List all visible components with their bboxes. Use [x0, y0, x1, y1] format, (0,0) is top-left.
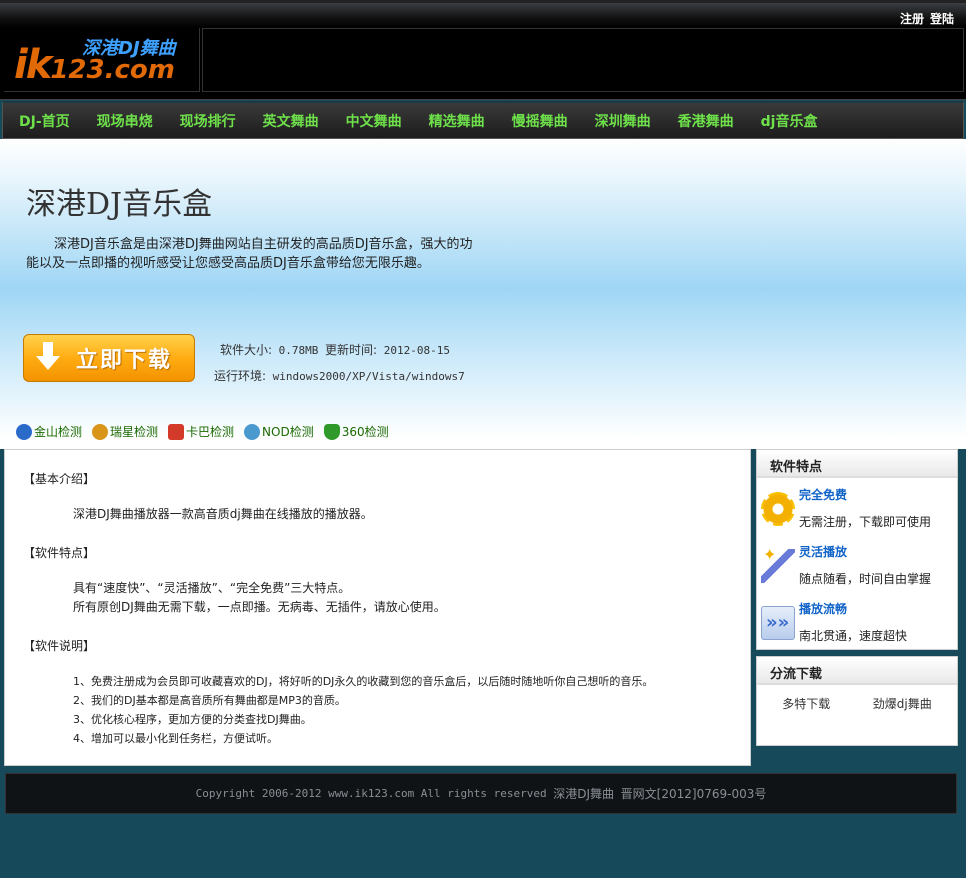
nav-item-hongkong[interactable]: 香港舞曲 — [678, 111, 734, 131]
feature-desc: 无需注册，下载即可使用 — [799, 515, 932, 529]
page-title: 深港DJ音乐盒 — [26, 187, 213, 222]
nav-item-selected[interactable]: 精选舞曲 — [429, 111, 485, 131]
update-label: 更新时间: — [325, 343, 378, 357]
nav-item-live-mix[interactable]: 现场串烧 — [97, 111, 153, 131]
feature-title[interactable]: 播放流畅 — [799, 600, 907, 617]
desc-line: 2、我们的DJ基本都是高音质所有舞曲都是MP3的音质。 — [73, 694, 346, 707]
hero-section: 深港DJ音乐盒 深港DJ音乐盒是由深港DJ舞曲网站自主研发的高品质DJ音乐盒，强… — [0, 139, 966, 449]
feature-item: 灵活播放 随点随看，时间自由掌握 — [757, 535, 957, 592]
check-label: 360检测 — [341, 425, 389, 439]
logo-text: ik123.com — [14, 42, 175, 88]
check-label: 金山检测 — [34, 425, 83, 439]
feature-item: 完全免费 无需注册，下载即可使用 — [757, 478, 957, 535]
download-link-duote[interactable]: 多特下载 — [782, 695, 830, 735]
check-360[interactable]: 360检测 — [323, 423, 389, 440]
download-link-jinbao[interactable]: 劲爆dj舞曲 — [873, 695, 932, 735]
arrows-icon — [761, 606, 795, 640]
nav-item-live-ranking[interactable]: 现场排行 — [180, 111, 236, 131]
check-jinshan[interactable]: 金山检测 — [16, 423, 82, 440]
register-link[interactable]: 注册 — [900, 10, 924, 27]
main-nav: DJ-首页 现场串烧 现场排行 英文舞曲 中文舞曲 精选舞曲 慢摇舞曲 深圳舞曲… — [2, 101, 964, 139]
footer-copyright: Copyright 2006-2012 www.ik123.com All ri… — [195, 787, 547, 800]
feature-desc: 随点随看，时间自由掌握 — [799, 572, 932, 586]
features-panel: 软件特点 完全免费 无需注册，下载即可使用 灵活播放 随点随看，时间自由掌握 播… — [756, 449, 958, 650]
wand-icon — [761, 545, 795, 583]
desc-line: 4、增加可以最小化到任务栏，方便试听。 — [73, 732, 278, 745]
check-ruixing[interactable]: 瑞星检测 — [92, 423, 158, 440]
desc-line: 3、优化核心程序，更加方便的分类查找DJ舞曲。 — [73, 713, 312, 726]
env-value: windows2000/XP/Vista/windows7 — [272, 370, 465, 383]
size-label: 软件大小: — [220, 343, 273, 357]
jinshan-icon — [16, 423, 32, 440]
download-button[interactable]: 立即下载 — [23, 334, 195, 382]
basic-text: 深港DJ舞曲播放器一款高音质dj舞曲在线播放的播放器。 — [73, 507, 373, 521]
update-value: 2012-08-15 — [383, 344, 450, 357]
download-button-label: 立即下载 — [76, 348, 173, 373]
section-feature-title: 【软件特点】 — [23, 546, 96, 560]
top-bar: 注册 登陆 — [0, 0, 966, 28]
downloads-panel: 分流下载 多特下载 劲爆dj舞曲 — [756, 656, 958, 746]
security-checks: 金山检测 瑞星检测 卡巴检测 NOD检测 360检测 — [16, 423, 389, 440]
ruixing-icon — [92, 423, 109, 440]
account-links: 注册 登陆 — [900, 10, 954, 27]
login-link[interactable]: 登陆 — [930, 10, 954, 27]
features-panel-title: 软件特点 — [757, 450, 957, 478]
nav-item-home[interactable]: DJ-首页 — [19, 111, 70, 131]
section-desc-title: 【软件说明】 — [23, 639, 96, 653]
sidebar: 软件特点 完全免费 无需注册，下载即可使用 灵活播放 随点随看，时间自由掌握 播… — [756, 449, 958, 752]
footer: Copyright 2006-2012 www.ik123.com All ri… — [5, 773, 957, 814]
nav-item-musicbox[interactable]: dj音乐盒 — [761, 111, 818, 131]
footer-icp: 晋网文[2012]0769-003号 — [620, 787, 767, 801]
feature-line: 所有原创DJ舞曲无需下载，一点即播。无病毒、无插件，请放心使用。 — [73, 600, 446, 614]
software-meta: 软件大小: 0.78MB 更新时间: 2012-08-15 — [220, 341, 450, 358]
nav-item-chinese[interactable]: 中文舞曲 — [346, 111, 402, 131]
header: 深港DJ舞曲 ik123.com — [0, 28, 966, 100]
download-arrow-icon — [30, 336, 66, 380]
nav-item-slow[interactable]: 慢摇舞曲 — [512, 111, 568, 131]
feature-title[interactable]: 灵活播放 — [799, 543, 931, 560]
check-nod[interactable]: NOD检测 — [244, 423, 314, 440]
feature-line: 具有“速度快”、“灵活播放”、“完全免费”三大特点。 — [73, 581, 351, 595]
main-content: 【基本介绍】 深港DJ舞曲播放器一款高音质dj舞曲在线播放的播放器。 【软件特点… — [4, 449, 751, 766]
env-label: 运行环境: — [214, 369, 267, 383]
kaba-icon — [168, 423, 185, 440]
check-kaba[interactable]: 卡巴检测 — [168, 423, 234, 440]
check-label: NOD检测 — [262, 425, 314, 439]
nod-icon — [244, 423, 261, 440]
feature-title[interactable]: 完全免费 — [799, 486, 931, 503]
feature-item: 播放流畅 南北贯通，速度超快 — [757, 592, 957, 649]
shield-360-icon — [323, 423, 340, 440]
downloads-panel-title: 分流下载 — [757, 657, 957, 685]
site-logo[interactable]: 深港DJ舞曲 ik123.com — [4, 28, 200, 92]
footer-site: 深港DJ舞曲 — [553, 787, 615, 801]
product-description: 深港DJ音乐盒是由深港DJ舞曲网站自主研发的高品质DJ音乐盒，强大的功能以及一点… — [26, 237, 473, 271]
nav-item-english[interactable]: 英文舞曲 — [263, 111, 319, 131]
gear-icon — [761, 492, 795, 526]
check-label: 卡巴检测 — [186, 425, 235, 439]
header-banner — [202, 28, 964, 92]
env-meta: 运行环境: windows2000/XP/Vista/windows7 — [214, 367, 465, 384]
size-value: 0.78MB — [278, 344, 319, 357]
nav-item-shenzhen[interactable]: 深圳舞曲 — [595, 111, 651, 131]
section-basic-title: 【基本介绍】 — [23, 472, 96, 486]
check-label: 瑞星检测 — [110, 425, 159, 439]
feature-desc: 南北贯通，速度超快 — [799, 629, 908, 643]
desc-line: 1、免费注册成为会员即可收藏喜欢的DJ，将好听的DJ永久的收藏到您的音乐盒后，以… — [73, 675, 654, 688]
